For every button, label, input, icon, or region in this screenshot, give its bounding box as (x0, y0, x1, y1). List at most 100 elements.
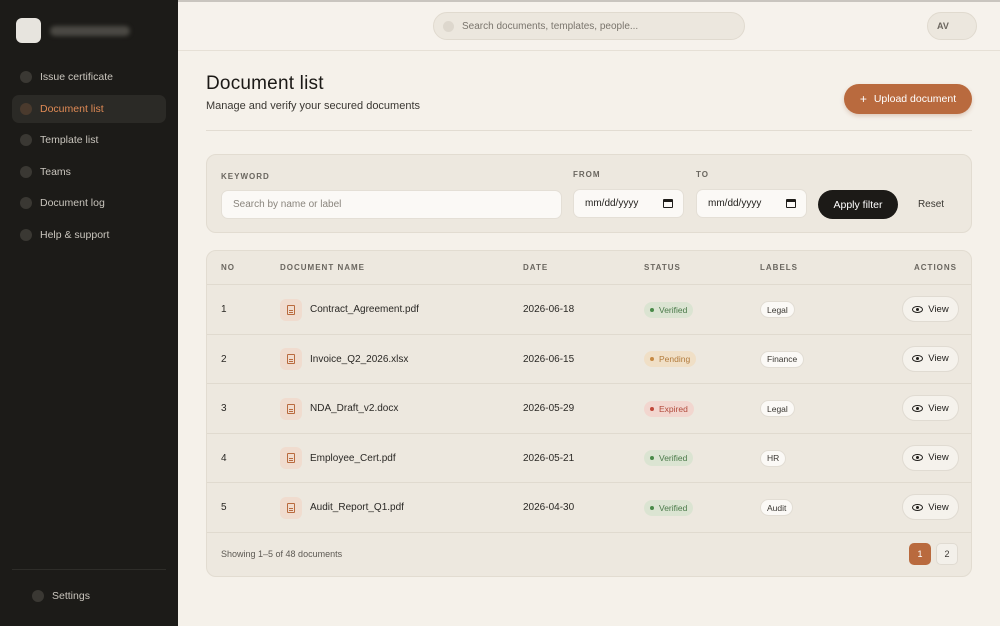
labels-cell: Finance (760, 335, 805, 384)
view-button[interactable]: View (902, 444, 959, 471)
view-label: View (928, 353, 949, 364)
brand-name-blurred (50, 25, 130, 36)
page-title: Document list (206, 73, 324, 94)
table-row[interactable]: 4 Employee_Cert.pdf 2026-05-21 Verified … (207, 434, 971, 483)
eye-icon (912, 404, 924, 412)
document-name-cell[interactable]: Employee_Cert.pdf (280, 434, 396, 483)
column-header-status: STATUS (644, 263, 681, 272)
reset-button[interactable]: Reset (907, 190, 955, 219)
status-cell: Verified (644, 434, 694, 483)
view-button[interactable]: View (902, 494, 959, 520)
label-tag: Legal (760, 400, 795, 417)
document-name-cell[interactable]: Invoice_Q2_2026.xlsx (280, 335, 408, 384)
document-date: 2026-04-30 (523, 502, 575, 513)
label-tag: HR (760, 449, 787, 467)
to-date-label: TO (696, 170, 709, 179)
view-button[interactable]: View (902, 395, 959, 421)
plus-icon: + (859, 92, 867, 106)
to-date-value: mm/dd/yyyy (708, 198, 762, 209)
table-row[interactable]: 1 Contract_Agreement.pdf 2026-06-18 Veri… (207, 285, 971, 335)
template-icon (20, 134, 32, 147)
document-date: 2026-06-15 (523, 353, 575, 365)
status-dot-icon (650, 357, 654, 361)
eye-icon (912, 305, 924, 313)
sidebar-item-issue-certificate[interactable]: Issue certificate (12, 63, 166, 91)
status-cell: Verified (644, 483, 694, 532)
sidebar-item-label: Template list (40, 134, 99, 147)
certificate-icon (20, 71, 32, 83)
document-name: Contract_Agreement.pdf (310, 304, 419, 315)
document-name-cell[interactable]: Audit_Report_Q1.pdf (280, 483, 404, 532)
sidebar-nav: Issue certificate Document list Template… (0, 63, 178, 253)
upload-document-button[interactable]: + Upload document (844, 84, 972, 114)
global-search[interactable] (433, 12, 745, 40)
sidebar-item-settings[interactable]: Settings (24, 582, 178, 610)
document-date: 2026-05-21 (523, 452, 575, 464)
apply-filter-button[interactable]: Apply filter (818, 190, 898, 219)
table-row[interactable]: 5 Audit_Report_Q1.pdf 2026-04-30 Verifie… (207, 483, 971, 533)
status-text: Verified (659, 502, 688, 513)
status-badge: Verified (644, 450, 694, 466)
eye-icon (912, 454, 924, 461)
eye-icon (912, 355, 924, 362)
sidebar-item-document-log[interactable]: Document log (12, 189, 166, 217)
status-dot-icon (650, 307, 654, 312)
pagination-summary: Showing 1–5 of 48 documents (221, 549, 343, 559)
view-label: View (928, 402, 949, 414)
sidebar-item-document-list[interactable]: Document list (12, 94, 166, 123)
view-label: View (928, 303, 949, 315)
keyword-label: KEYWORD (221, 172, 270, 181)
labels-cell: Audit (760, 483, 794, 532)
calendar-icon[interactable] (786, 199, 796, 208)
documents-table: NO DOCUMENT NAME DATE STATUS LABELS ACTI… (206, 250, 972, 577)
to-date-input[interactable]: mm/dd/yyyy (696, 189, 807, 218)
row-number: 2 (221, 353, 227, 365)
file-icon (280, 397, 302, 420)
column-header-labels: LABELS (760, 263, 798, 272)
help-icon (20, 228, 32, 241)
page-2-button[interactable]: 2 (936, 543, 958, 565)
document-name: Employee_Cert.pdf (310, 452, 396, 464)
labels-cell: Legal (760, 384, 795, 433)
keyword-input[interactable] (221, 190, 562, 219)
avatar-initials: AV (937, 21, 949, 31)
from-date-input[interactable]: mm/dd/yyyy (573, 189, 684, 218)
row-number: 4 (221, 452, 227, 464)
table-row[interactable]: 3 NDA_Draft_v2.docx 2026-05-29 Expired L… (207, 384, 971, 434)
sidebar-item-label: Document list (40, 102, 104, 115)
document-date: 2026-05-29 (523, 403, 575, 414)
view-button[interactable]: View (902, 296, 959, 322)
sidebar-item-template-list[interactable]: Template list (12, 126, 166, 154)
view-button[interactable]: View (902, 345, 959, 372)
sidebar-item-teams[interactable]: Teams (12, 158, 166, 186)
sidebar-item-help-support[interactable]: Help & support (12, 221, 166, 249)
labels-cell: Legal (760, 285, 795, 334)
status-badge: Expired (644, 400, 694, 417)
document-name: Audit_Report_Q1.pdf (310, 502, 404, 513)
log-icon (20, 197, 32, 210)
document-name: Invoice_Q2_2026.xlsx (310, 353, 409, 365)
table-row[interactable]: 2 Invoice_Q2_2026.xlsx 2026-06-15 Pendin… (207, 335, 971, 384)
file-icon (280, 298, 302, 321)
sidebar-item-label: Settings (52, 590, 90, 602)
global-search-input[interactable] (462, 20, 732, 32)
row-number: 3 (221, 403, 227, 414)
status-cell: Pending (644, 335, 697, 384)
document-name-cell[interactable]: Contract_Agreement.pdf (280, 285, 419, 334)
sidebar-item-label: Issue certificate (40, 71, 113, 83)
brand-logo (16, 18, 41, 43)
document-name: NDA_Draft_v2.docx (310, 403, 399, 414)
status-cell: Expired (644, 384, 694, 433)
labels-cell: HR (760, 434, 787, 483)
label-tag: Finance (760, 350, 805, 368)
sidebar-divider (12, 569, 166, 570)
avatar[interactable]: AV (927, 12, 977, 40)
view-label: View (928, 501, 949, 513)
team-icon (20, 165, 32, 178)
calendar-icon[interactable] (663, 199, 673, 208)
document-name-cell[interactable]: NDA_Draft_v2.docx (280, 384, 398, 433)
status-badge: Verified (644, 301, 694, 318)
page-1-button[interactable]: 1 (909, 543, 931, 565)
brand[interactable] (16, 18, 130, 43)
topbar: AV (178, 0, 1000, 51)
